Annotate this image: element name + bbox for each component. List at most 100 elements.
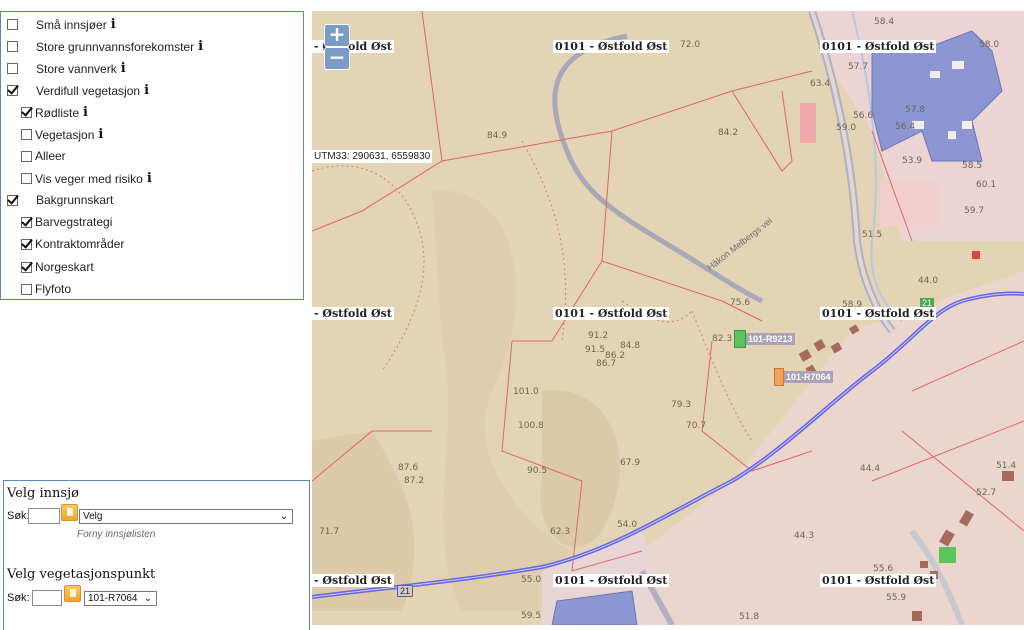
map-view[interactable]: Håkon Melbergs vei 21 21 58.4 72.0 84.9 84.… — [312, 11, 1024, 625]
elevation-label: 53.9 — [902, 156, 923, 166]
info-icon[interactable]: i — [111, 17, 116, 32]
info-icon[interactable]: i — [121, 61, 126, 76]
checkbox[interactable] — [21, 261, 32, 273]
lake-select[interactable]: Velg ⌄ — [79, 509, 293, 524]
checkbox[interactable] — [7, 19, 18, 30]
elevation-label: 90.5 — [527, 466, 548, 476]
layer-label: Flyfoto — [35, 282, 72, 296]
layer-row-barvegstrategi[interactable]: Barvegstrategi — [21, 215, 112, 229]
refresh-lake-list-link[interactable]: Forny innsjølisten — [77, 529, 155, 540]
info-icon[interactable]: i — [83, 105, 88, 120]
elevation-label: 59.0 — [836, 123, 857, 133]
layer-label: Store vannverk — [36, 61, 117, 76]
elevation-label: 84.8 — [620, 341, 641, 351]
land-parcel — [880, 181, 940, 226]
elevation-label: 87.6 — [398, 463, 419, 473]
layer-row-kontraktomrader[interactable]: Kontraktområder — [21, 237, 124, 251]
layer-row-flyfoto[interactable]: Flyfoto — [21, 282, 71, 296]
elevation-label: 91.5 — [585, 345, 606, 355]
contract-area-label: - Østfold Øst — [312, 307, 394, 320]
elevation-label: 101.0 — [513, 387, 539, 397]
zoom-in-button[interactable]: + — [324, 24, 350, 47]
layer-row-store-vannverk[interactable]: Store vannverk i — [7, 61, 126, 76]
elevation-label: 70.7 — [686, 421, 707, 431]
info-icon[interactable]: i — [198, 39, 203, 54]
layer-row-alleer[interactable]: Alleer — [21, 149, 66, 163]
veg-search-icon[interactable] — [64, 585, 81, 602]
contract-area-label: 0101 - Østfold Øst — [553, 307, 670, 320]
elevation-label: 44.3 — [794, 531, 815, 541]
elevation-label: 58.4 — [874, 17, 895, 27]
layer-row-store-grunnvann[interactable]: Store grunnvannsforekomster i — [7, 39, 203, 54]
elevation-label: 67.9 — [620, 458, 641, 468]
elevation-label: 51.5 — [862, 230, 883, 240]
checkbox[interactable] — [7, 194, 18, 206]
checkbox[interactable] — [21, 283, 32, 295]
elevation-label: 75.6 — [730, 298, 751, 308]
veg-search-input[interactable] — [32, 590, 62, 606]
elevation-label: 59.7 — [964, 206, 985, 216]
layer-row-sma-innsjoer[interactable]: Små innsjøer i — [7, 17, 116, 32]
chevron-down-icon: ⌄ — [143, 593, 152, 604]
info-icon[interactable]: i — [144, 83, 149, 98]
marker-label: 101-R7064 — [784, 371, 833, 383]
veg-select[interactable]: 101-R7064 ⌄ — [84, 591, 157, 606]
checkbox[interactable] — [21, 107, 32, 118]
elevation-label: 56.6 — [853, 111, 874, 121]
lake-search-input[interactable] — [28, 508, 60, 524]
elevation-label: 71.7 — [319, 527, 340, 537]
layer-row-vis-veger-med-risiko[interactable]: Vis veger med risiko i — [21, 171, 152, 186]
checkbox[interactable] — [21, 129, 32, 140]
elevation-label: 54.0 — [617, 520, 638, 530]
layer-label: Kontraktområder — [35, 237, 125, 251]
layer-label: Vis veger med risiko — [35, 171, 143, 186]
elevation-label: 100.8 — [518, 421, 544, 431]
marker-label: 101-R9213 — [746, 333, 795, 345]
layer-row-vegetasjon[interactable]: Vegetasjon i — [21, 127, 103, 142]
layer-row-norgeskart[interactable]: Norgeskart — [21, 260, 94, 274]
layer-label: Store grunnvannsforekomster — [36, 39, 195, 54]
contract-area-label: 0101 - Østfold Øst — [553, 574, 670, 587]
elevation-label: 55.9 — [886, 593, 907, 603]
layer-row-verdifull-vegetasjon[interactable]: Verdifull vegetasjon i — [7, 83, 149, 98]
elevation-label: 62.3 — [550, 527, 571, 537]
vegetation-marker[interactable]: 101-R7064 — [774, 368, 833, 386]
layer-row-bakgrunnskart[interactable]: Bakgrunnskart — [7, 193, 113, 207]
info-icon[interactable]: i — [147, 171, 152, 186]
checkbox[interactable] — [7, 85, 18, 96]
elevation-label: 84.2 — [718, 128, 739, 138]
vegetation-marker[interactable]: 101-R9213 — [734, 330, 795, 348]
checkbox[interactable] — [7, 63, 18, 74]
contract-area-label: 0101 - Østfold Øst — [820, 40, 937, 53]
layer-label: Barvegstrategi — [35, 215, 113, 229]
checkbox[interactable] — [21, 216, 32, 228]
layer-label: Verdifull vegetasjon — [36, 83, 141, 98]
marker-swatch — [734, 330, 746, 348]
elevation-label: 55.0 — [521, 575, 542, 585]
layer-label: Bakgrunnskart — [36, 193, 114, 207]
info-icon[interactable]: i — [98, 127, 103, 142]
elevation-label: 82.3 — [712, 334, 733, 344]
contract-area-label: 0101 - Østfold Øst — [820, 307, 937, 320]
layer-label: Vegetasjon — [35, 127, 95, 142]
vegetation-area — [939, 547, 956, 563]
elevation-label: 59.5 — [521, 611, 542, 621]
checkbox[interactable] — [7, 41, 18, 52]
selection-panel: Velg innsjø Søk: Velg ⌄ Forny innsjølist… — [3, 480, 310, 630]
contract-area-label: - Østfold Øst — [312, 574, 394, 587]
veg-select-value: 101-R7064 — [88, 593, 138, 604]
layer-row-rodliste[interactable]: Rødliste i — [21, 105, 88, 120]
elevation-label: 86.7 — [596, 359, 617, 369]
elevation-label: 87.2 — [404, 476, 425, 486]
zoom-out-button[interactable]: − — [324, 47, 350, 70]
elevation-label: 72.0 — [680, 40, 701, 50]
checkbox[interactable] — [21, 173, 32, 184]
layer-panel: Små innsjøer i Store grunnvannsforekomst… — [0, 11, 304, 300]
veg-panel-title: Velg vegetasjonspunkt — [7, 567, 156, 582]
elevation-label: 58.5 — [962, 161, 983, 171]
checkbox[interactable] — [21, 238, 32, 250]
elevation-label: 51.8 — [739, 612, 760, 622]
lake-search-icon[interactable] — [61, 504, 78, 521]
marker-swatch — [774, 368, 784, 386]
checkbox[interactable] — [21, 150, 32, 162]
